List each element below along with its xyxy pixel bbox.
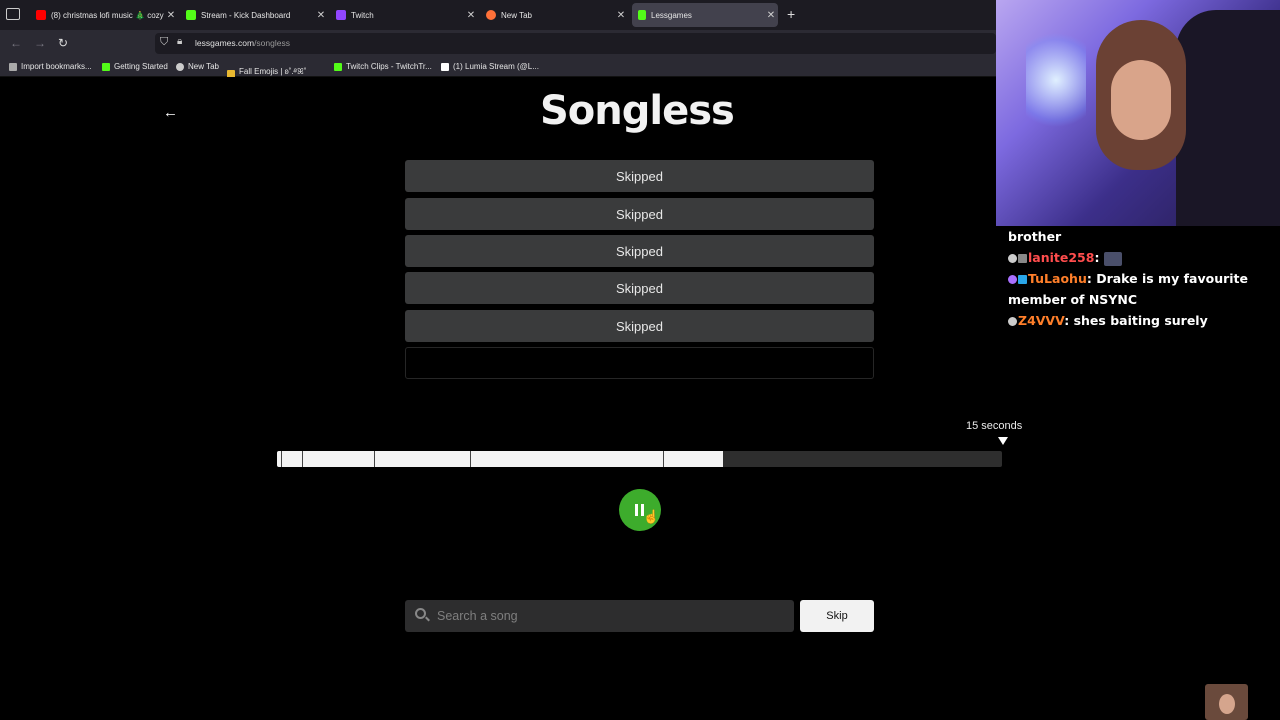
import-icon [9, 62, 17, 71]
tab-twitch[interactable]: Twitch ✕ [330, 3, 478, 27]
bookmark-getting-started[interactable]: Getting Started [102, 62, 168, 71]
reload-icon[interactable]: ↻ [58, 36, 68, 50]
search-icon [415, 608, 426, 619]
globe-icon [176, 62, 184, 71]
close-icon[interactable]: ✕ [614, 10, 628, 21]
twitch-icon [336, 10, 346, 20]
new-tab-button[interactable]: + [787, 6, 795, 22]
page-title: Songless [540, 88, 735, 134]
pause-icon [635, 504, 638, 516]
badge-icon [1018, 254, 1027, 263]
tab-lofi[interactable]: (8) christmas lofi music 🎄 cozy ✕ [30, 3, 178, 27]
badge-icon [1008, 275, 1017, 284]
tab-lessgames[interactable]: Lessgames ✕ [632, 3, 778, 27]
tab-label: Stream - Kick Dashboard [201, 10, 291, 20]
badge-icon [1008, 254, 1017, 263]
segment-divider [281, 451, 282, 467]
badge-icon [1018, 275, 1027, 284]
audio-timeline[interactable] [277, 451, 1002, 467]
tab-list-icon[interactable] [6, 8, 20, 20]
search-input[interactable] [437, 607, 777, 625]
chat-username: lanite258 [1028, 250, 1095, 265]
tab-kick-dashboard[interactable]: Stream - Kick Dashboard ✕ [180, 3, 328, 27]
tab-new-tab[interactable]: New Tab ✕ [480, 3, 628, 27]
close-icon[interactable]: ✕ [764, 10, 778, 21]
duration-label: 15 seconds [966, 420, 1023, 432]
bookmark-import[interactable]: Import bookmarks... [9, 62, 92, 71]
bookmark-twitch-clips[interactable]: Twitch Clips - TwitchTr... [334, 62, 432, 71]
guess-row: Skipped [405, 235, 874, 267]
close-icon[interactable]: ✕ [464, 10, 478, 21]
forward-icon[interactable]: → [34, 36, 46, 50]
segment-divider [374, 451, 375, 467]
duration-marker-icon [998, 437, 1008, 445]
url-path: /songless [254, 38, 290, 48]
lessgames-icon [638, 10, 646, 20]
chat-message: TuLaohu: Drake is my favourite member of… [1008, 268, 1276, 310]
webcam-streamer-face [1111, 60, 1171, 140]
x-icon [441, 62, 449, 71]
url-text: lessgames.com/songless [195, 38, 290, 48]
close-icon[interactable]: ✕ [164, 10, 178, 21]
song-search [405, 600, 794, 632]
shield-icon[interactable]: ⛉ [160, 36, 168, 49]
url-host: lessgames.com [195, 38, 255, 48]
bookmark-lumia-stream[interactable]: (1) Lumia Stream (@L... [441, 62, 539, 71]
url-bar[interactable]: ⛉ 🔒︎ lessgames.com/songless [155, 33, 996, 54]
bookmark-icon [334, 62, 342, 71]
chat-username: TuLaohu [1028, 271, 1087, 286]
tab-label: Lessgames [651, 10, 692, 20]
segment-divider [663, 451, 664, 467]
guess-row: Skipped [405, 272, 874, 304]
guess-row: Skipped [405, 160, 874, 192]
mini-avatar [1205, 684, 1248, 720]
back-icon[interactable]: ← [10, 36, 22, 50]
chat-message: lanite258: [1008, 247, 1276, 268]
close-icon[interactable]: ✕ [314, 10, 328, 21]
bookmark-label: New Tab [188, 62, 219, 71]
chat-text: : [1094, 250, 1100, 265]
guess-row: Skipped [405, 310, 874, 342]
segment-divider [302, 451, 303, 467]
chat-username: Z4VVV [1018, 313, 1065, 328]
webcam-chair [1176, 10, 1280, 226]
bookmark-icon [102, 62, 110, 71]
youtube-icon [36, 10, 46, 20]
skip-button[interactable]: Skip [800, 600, 874, 632]
chat-message: brother [1008, 226, 1276, 247]
bookmark-new-tab[interactable]: New Tab [176, 62, 219, 71]
badge-icon [1008, 317, 1017, 326]
bookmark-label: Getting Started [114, 62, 168, 71]
emote-icon [1103, 251, 1122, 266]
hand-cursor-icon: ☝ [643, 509, 660, 524]
webcam-overlay [996, 0, 1280, 226]
chat-message: Z4VVV: shes baiting surely [1008, 310, 1276, 331]
tab-label: (8) christmas lofi music 🎄 cozy [51, 10, 164, 20]
lock-icon[interactable]: 🔒︎ [177, 36, 182, 47]
chat-text: brother [1008, 229, 1062, 244]
chat-overlay: brother lanite258: TuLaohu: Drake is my … [1008, 226, 1276, 331]
back-arrow-icon[interactable]: ← [163, 104, 178, 121]
bookmark-label: (1) Lumia Stream (@L... [453, 62, 539, 71]
webcam-lights [1026, 20, 1086, 140]
bookmark-label: Twitch Clips - TwitchTr... [346, 62, 432, 71]
kick-icon [186, 10, 196, 20]
tab-label: New Tab [501, 10, 532, 20]
firefox-icon [486, 10, 496, 20]
guess-row: Skipped [405, 198, 874, 230]
segment-divider [470, 451, 471, 467]
guess-row-empty [405, 347, 874, 379]
chat-text: : shes baiting surely [1064, 313, 1208, 328]
tab-label: Twitch [351, 10, 374, 20]
bookmark-label: Import bookmarks... [21, 62, 92, 71]
timeline-progress [277, 451, 723, 467]
